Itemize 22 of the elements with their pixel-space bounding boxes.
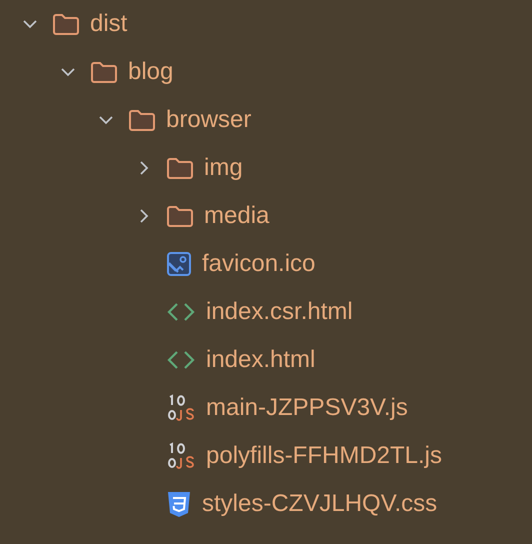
folder-name[interactable]: dist (90, 10, 128, 38)
folder-icon (52, 12, 80, 36)
folder-name[interactable]: img (204, 154, 243, 182)
folder-icon (90, 60, 118, 84)
file-name[interactable]: styles-CZVJLHQV.css (202, 490, 438, 518)
folder-name[interactable]: blog (128, 58, 174, 86)
css-file-icon (166, 490, 192, 518)
code-tags-icon (166, 349, 196, 371)
file-name[interactable]: main-JZPPSV3V.js (206, 394, 408, 422)
folder-name[interactable]: media (204, 202, 270, 230)
file-name[interactable]: favicon.ico (202, 250, 316, 278)
folder-icon (128, 108, 156, 132)
folder-icon (166, 156, 194, 180)
file-name[interactable]: index.html (206, 346, 316, 374)
folder-name[interactable]: browser (166, 106, 252, 134)
image-file-icon (166, 251, 192, 277)
code-tags-icon (166, 301, 196, 323)
file-name[interactable]: polyfills-FFHMD2TL.js (206, 442, 442, 470)
binary-script-icon (166, 442, 196, 470)
folder-icon (166, 204, 194, 228)
file-name[interactable]: index.csr.html (206, 298, 353, 326)
binary-script-icon (166, 394, 196, 422)
